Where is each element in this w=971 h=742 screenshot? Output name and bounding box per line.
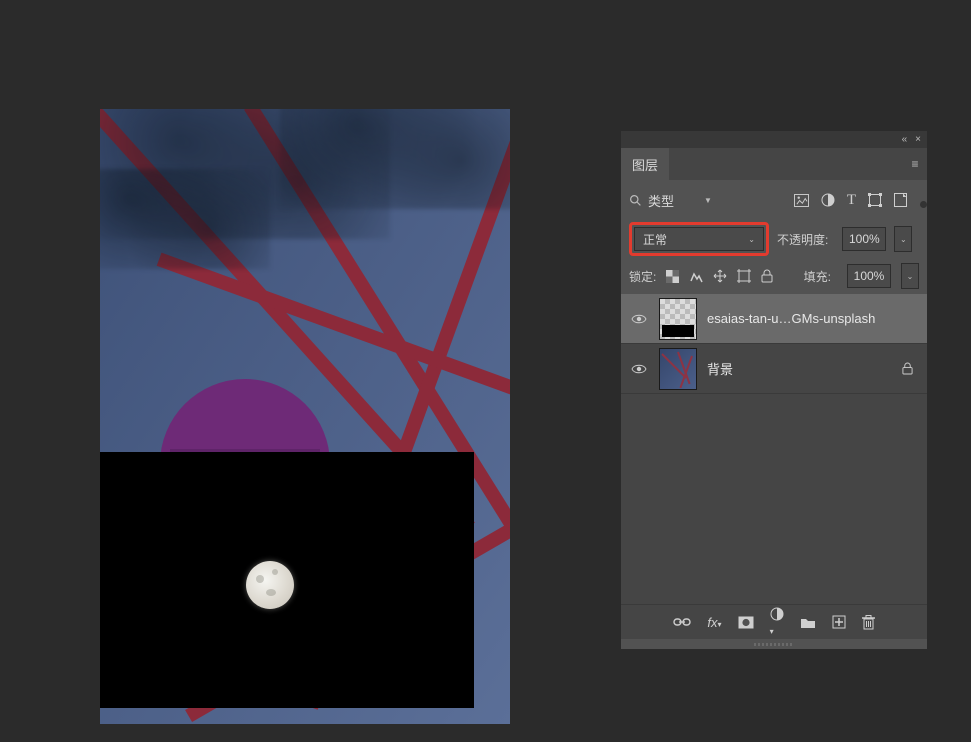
lock-all-icon[interactable]	[761, 269, 773, 283]
filter-pixel-icon[interactable]	[794, 194, 809, 207]
lock-fill-row: 锁定: 填充: ⌄	[621, 258, 927, 294]
new-layer-icon[interactable]	[832, 615, 846, 629]
blend-mode-value: 正常	[643, 231, 667, 248]
lock-artboard-icon[interactable]	[737, 269, 751, 283]
new-group-icon[interactable]	[800, 616, 816, 629]
chevron-down-icon: ⌄	[748, 235, 755, 244]
layer-thumbnail[interactable]	[659, 298, 697, 340]
link-layers-icon[interactable]	[673, 616, 691, 628]
fill-label: 填充:	[804, 268, 831, 285]
search-icon	[629, 194, 642, 207]
opacity-input[interactable]	[842, 227, 886, 251]
layers-panel: « × 图层 ≡ 类型 ▼	[621, 131, 927, 649]
panel-tabs: 图层 ≡	[621, 148, 927, 180]
new-adjustment-icon[interactable]: ▾	[770, 607, 784, 637]
kind-label: 类型	[648, 191, 674, 210]
blend-opacity-row: 正常 ⌄ 不透明度: ⌄	[621, 220, 927, 258]
add-mask-icon[interactable]	[738, 616, 754, 629]
panel-titlebar: « ×	[621, 131, 927, 148]
layer-row[interactable]: 背景	[621, 344, 927, 394]
delete-layer-icon[interactable]	[862, 615, 875, 630]
opacity-dropdown[interactable]: ⌄	[894, 226, 912, 252]
fill-dropdown[interactable]: ⌄	[901, 263, 919, 289]
tab-layers[interactable]: 图层	[621, 148, 669, 180]
visibility-toggle[interactable]	[631, 363, 649, 375]
filter-adjustment-icon[interactable]	[821, 193, 835, 207]
filter-smart-icon[interactable]	[894, 193, 907, 207]
layers-footer: fx▾ ▾	[621, 604, 927, 639]
collapse-icon[interactable]: «	[902, 135, 908, 145]
close-icon[interactable]: ×	[915, 135, 921, 145]
tab-layers-label: 图层	[632, 155, 658, 174]
blend-mode-select[interactable]: 正常 ⌄	[634, 227, 764, 251]
visibility-toggle[interactable]	[631, 313, 649, 325]
lock-label: 锁定:	[629, 268, 656, 285]
lock-image-icon[interactable]	[689, 269, 703, 283]
lock-transparent-icon[interactable]	[666, 270, 679, 283]
layer-thumbnail[interactable]	[659, 348, 697, 390]
document-canvas[interactable]	[100, 109, 510, 724]
panel-resize-handle[interactable]	[621, 639, 927, 649]
opacity-label: 不透明度:	[777, 231, 828, 248]
layer-name[interactable]: 背景	[707, 359, 892, 378]
filter-shape-icon[interactable]	[868, 193, 882, 207]
lock-indicator-icon	[902, 362, 917, 375]
fill-input[interactable]	[847, 264, 891, 288]
filter-type-icon[interactable]: T	[847, 192, 856, 209]
menu-icon: ≡	[911, 157, 918, 171]
layer-row[interactable]: esaias-tan-u…GMs-unsplash	[621, 294, 927, 344]
layers-list: esaias-tan-u…GMs-unsplash 背景	[621, 294, 927, 604]
lock-position-icon[interactable]	[713, 269, 727, 283]
blend-mode-highlight: 正常 ⌄	[629, 222, 769, 256]
top-layer-preview	[100, 452, 474, 708]
chevron-down-icon: ▼	[704, 196, 712, 205]
layer-fx-icon[interactable]: fx▾	[707, 615, 721, 630]
layers-empty-area[interactable]	[621, 394, 927, 604]
panel-menu-button[interactable]: ≡	[903, 148, 927, 180]
layer-name[interactable]: esaias-tan-u…GMs-unsplash	[707, 311, 917, 326]
layer-filter-row: 类型 ▼ T	[621, 180, 927, 220]
layer-kind-select[interactable]: 类型 ▼	[629, 187, 712, 213]
